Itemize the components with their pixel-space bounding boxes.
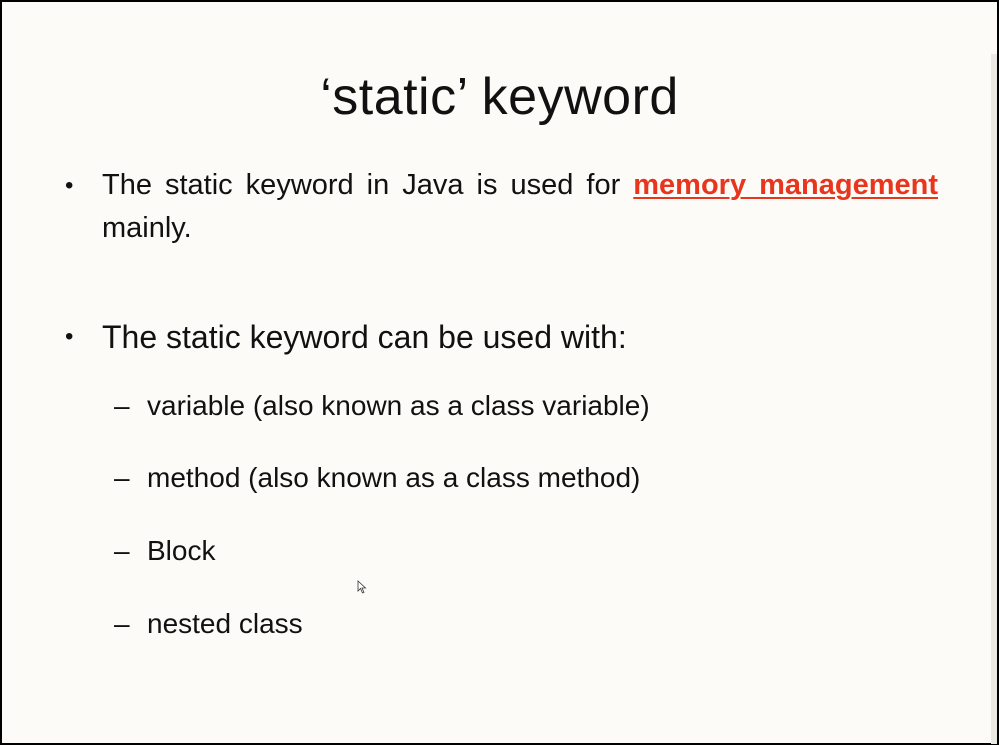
bullet-marker: • (65, 172, 74, 199)
sub-item-method: – method (also known as a class method) (114, 458, 640, 498)
sub-item-block: – Block (114, 531, 215, 571)
slide-edge-shadow (991, 54, 997, 744)
mouse-pointer-icon (357, 580, 367, 594)
bullet-usage: • The static keyword can be used with: (65, 314, 938, 360)
sub-item-dash: – (114, 462, 130, 493)
highlight-memory-management: memory management (633, 169, 938, 201)
bullet-memory-management: • The static keyword in Java is used for… (65, 164, 938, 250)
sub-item-text: nested class (147, 608, 303, 639)
bullet-text-after: mainly. (102, 212, 192, 244)
slide: ‘static’ keyword • The static keyword in… (2, 2, 997, 744)
sub-item-text: Block (147, 535, 216, 566)
sub-item-text: method (also known as a class method) (147, 462, 641, 493)
sub-item-variable: – variable (also known as a class variabl… (114, 386, 650, 426)
sub-item-dash: – (114, 390, 130, 421)
bullet-marker: • (65, 323, 74, 350)
sub-item-dash: – (114, 535, 130, 566)
sub-item-text: variable (also known as a class variable… (147, 390, 650, 421)
bullet-usage-text: The static keyword can be used with: (102, 319, 627, 355)
slide-title: ‘static’ keyword (320, 68, 679, 126)
sub-item-nested-class: – nested class (114, 604, 303, 644)
sub-item-dash: – (114, 608, 130, 639)
bullet-text-before: The static keyword in Java is used for (102, 169, 634, 201)
